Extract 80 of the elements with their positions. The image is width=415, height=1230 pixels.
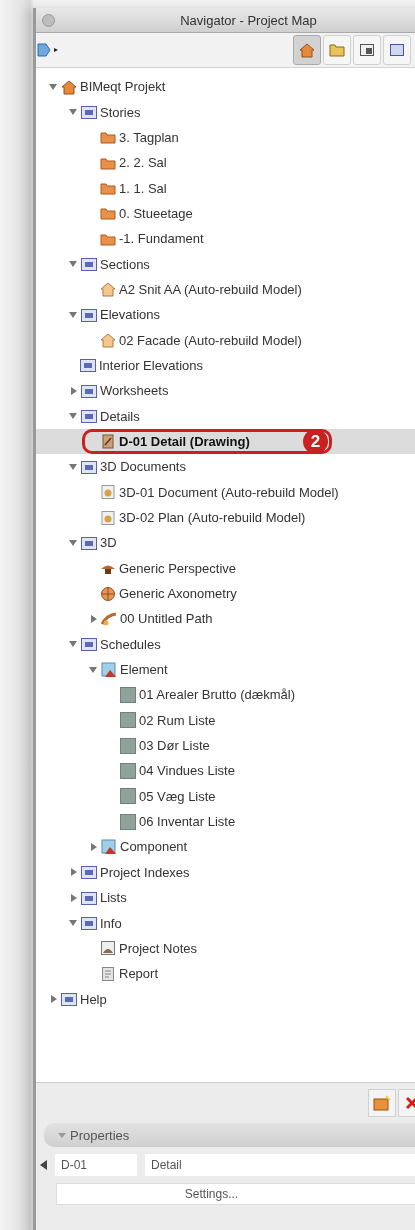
tree-item-label: 02 Facade (Auto-rebuild Model): [119, 332, 302, 348]
tree-item[interactable]: 05 Væg Liste: [36, 783, 415, 809]
tree-item-label: 04 Vindues Liste: [139, 763, 235, 779]
tree-item-label: 3D-02 Plan (Auto-rebuild Model): [119, 510, 306, 525]
settings-button[interactable]: Settings...: [56, 1183, 415, 1205]
tree-item-label: 0. Stueetage: [119, 205, 193, 221]
tree-item-label: 3D Documents: [100, 459, 186, 475]
tree-item-label: Info: [100, 915, 122, 931]
tree-item-label: Component: [120, 839, 188, 855]
tree-item[interactable]: 01 Arealer Brutto (dækmål): [36, 682, 415, 708]
tree-item[interactable]: Interior Elevations: [36, 352, 415, 379]
tree-item-label: Help: [80, 991, 107, 1007]
tree-item-label: 3D-01 Document (Auto-rebuild Model): [119, 484, 339, 500]
tree-item[interactable]: Info: [36, 910, 415, 936]
id-field[interactable]: D-01: [55, 1154, 137, 1176]
tree-item[interactable]: Project Indexes: [36, 859, 415, 885]
tree-item[interactable]: BIMeqt Projekt: [36, 74, 415, 100]
tree-item[interactable]: Generic Axonometry: [36, 580, 415, 607]
tree-item[interactable]: Sections: [36, 251, 415, 277]
tree-item[interactable]: Worksheets: [36, 378, 415, 404]
tree-item-label: Generic Perspective: [119, 560, 237, 576]
tree-item[interactable]: 02 Facade (Auto-rebuild Model): [36, 327, 415, 353]
tree-item[interactable]: 06 Inventar Liste: [36, 808, 415, 835]
tree-item[interactable]: Generic Perspective: [36, 555, 415, 581]
tree-item[interactable]: Stories: [36, 99, 415, 125]
name-field[interactable]: Detail: [145, 1154, 415, 1176]
tree-item[interactable]: 3D-02 Plan (Auto-rebuild Model): [36, 504, 415, 531]
tree-item[interactable]: 3. Tagplan: [36, 124, 415, 151]
tree-item-label: Generic Axonometry: [119, 586, 237, 602]
tree-item-label: BIMeqt Projekt: [80, 79, 166, 95]
tree-item-label: 06 Inventar Liste: [139, 814, 236, 830]
tree-item-label: Schedules: [100, 636, 161, 652]
tree-item[interactable]: Elevations: [36, 302, 415, 328]
tree-item[interactable]: Report: [36, 961, 415, 987]
tree-item-label: Elevations: [100, 307, 160, 323]
tree-item[interactable]: Schedules: [36, 631, 415, 657]
tree-item[interactable]: 2. 2. Sal: [36, 150, 415, 176]
tree-item[interactable]: 1. 1. Sal: [36, 175, 415, 201]
tree-item[interactable]: Lists: [36, 885, 415, 911]
tree-item-label: 3D: [100, 535, 117, 551]
tree-item-label: Project Notes: [119, 940, 198, 956]
tree-item-label: Project Indexes: [100, 864, 190, 880]
tree-item[interactable]: Help: [36, 986, 415, 1012]
tree-item-label: 01 Arealer Brutto (dækmål): [139, 687, 296, 703]
tree-item-label: Element: [120, 662, 168, 678]
tree-item[interactable]: 3D: [36, 530, 415, 556]
tree-item-label: 02 Rum Liste: [139, 712, 216, 728]
properties-title: Properties: [70, 1127, 130, 1143]
tree-item-label: D-01 Detail (Drawing): [119, 434, 250, 449]
tree-item-label: Stories: [100, 104, 141, 120]
properties-header[interactable]: Properties: [44, 1123, 415, 1147]
window-title: Navigator - Project Map: [180, 12, 317, 28]
tree-item[interactable]: 00 Untitled Path: [36, 606, 415, 632]
tree-item[interactable]: Element: [36, 656, 415, 683]
tree-item-label: Report: [119, 966, 159, 982]
tree-item[interactable]: 0. Stueetage: [36, 200, 415, 227]
tree-item[interactable]: 3D Documents: [36, 454, 415, 480]
tree-item-label: Details: [100, 408, 140, 424]
tree-item[interactable]: Details: [36, 403, 415, 429]
tree-item-label: Sections: [100, 256, 150, 272]
tree-item-label: 2. 2. Sal: [119, 155, 167, 171]
step-number-badge: 2: [303, 429, 328, 454]
tree-item-label: 1. 1. Sal: [119, 180, 167, 196]
tree-item-label: 05 Væg Liste: [139, 788, 216, 804]
tree-item-label: A2 Snit AA (Auto-rebuild Model): [119, 281, 302, 297]
tree-item-label: Interior Elevations: [99, 357, 204, 373]
tree-item-label: 00 Untitled Path: [120, 611, 213, 627]
tree-item[interactable]: 02 Rum Liste: [36, 707, 415, 733]
tree-item-label: 03 Dør Liste: [139, 738, 210, 754]
tree-item-label: Worksheets: [100, 383, 169, 399]
tree-item[interactable]: Project Notes: [36, 935, 415, 962]
tree-item[interactable]: 04 Vindues Liste: [36, 758, 415, 784]
tree-item-label: 3. Tagplan: [119, 129, 179, 145]
tree-item[interactable]: -1. Fundament: [36, 226, 415, 252]
tree-item[interactable]: 03 Dør Liste: [36, 732, 415, 759]
tree-item-label: Lists: [100, 890, 127, 906]
tree-item[interactable]: Component: [36, 834, 415, 860]
tree-item[interactable]: 3D-01 Document (Auto-rebuild Model): [36, 479, 415, 505]
tree-item-label: -1. Fundament: [119, 231, 204, 247]
tree-item[interactable]: A2 Snit AA (Auto-rebuild Model): [36, 276, 415, 303]
